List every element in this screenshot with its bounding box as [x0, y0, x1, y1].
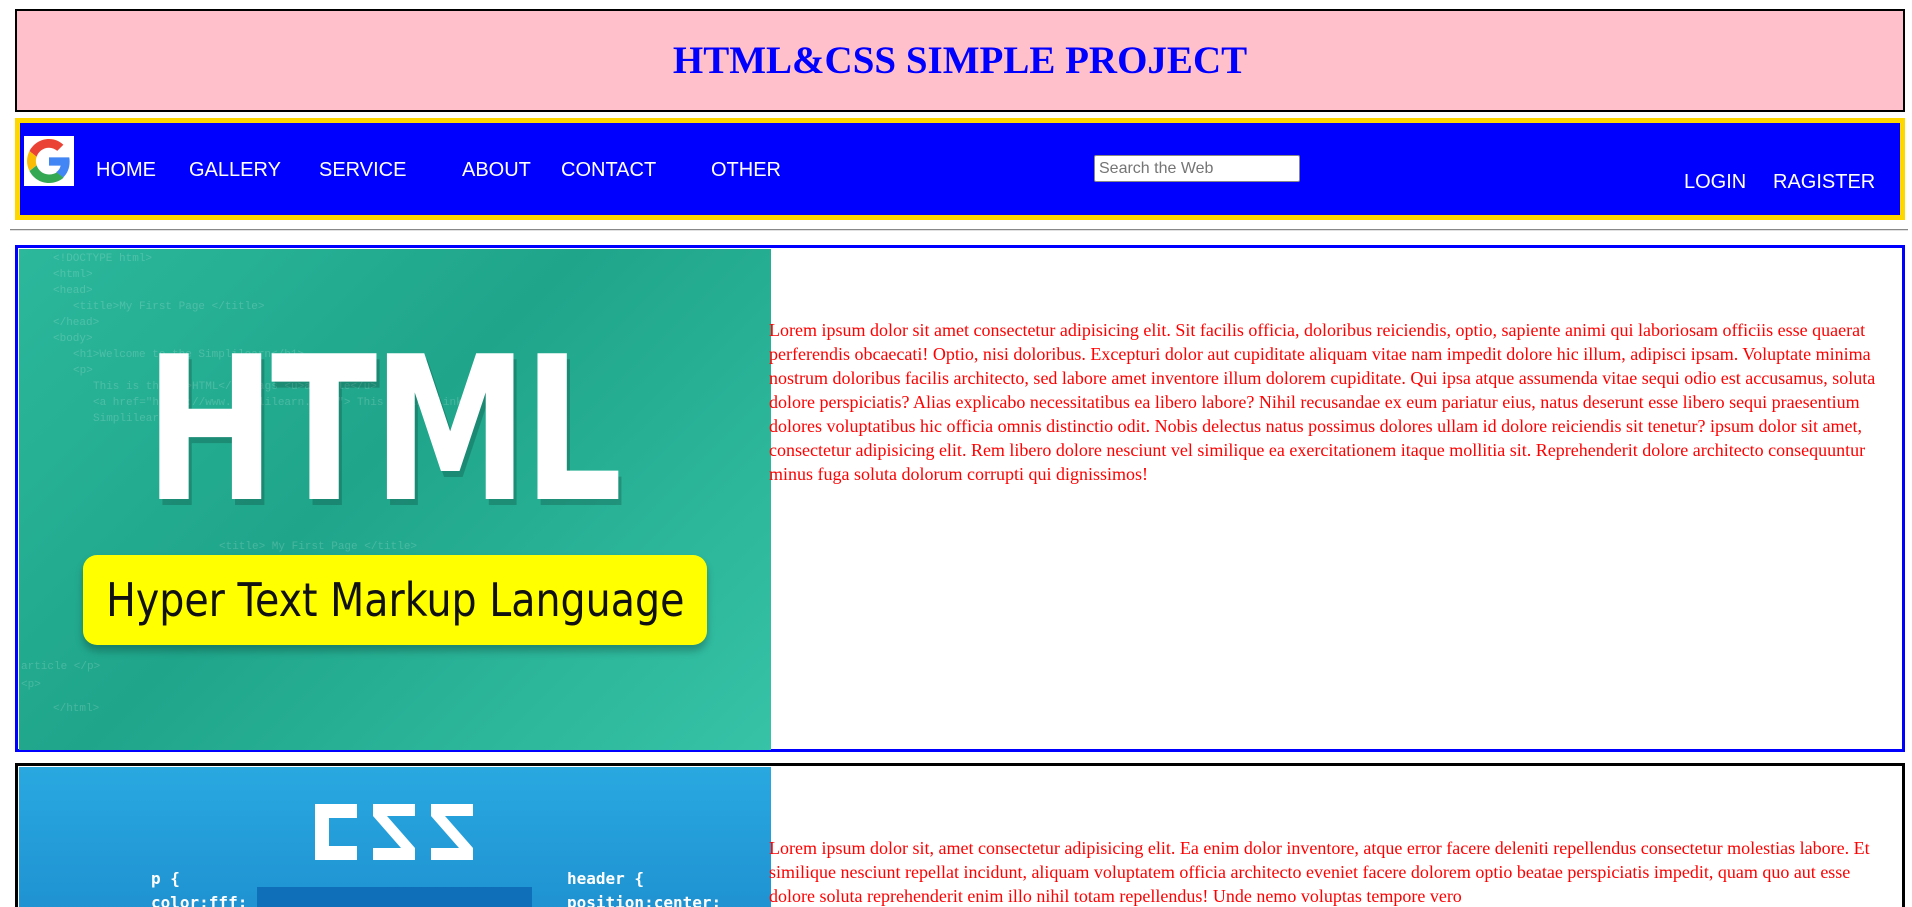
html-section-text: Lorem ipsum dolor sit amet consectetur a… [769, 320, 1876, 484]
nav-link-contact[interactable]: CONTACT [561, 159, 656, 182]
banner-code-line: <p> [21, 679, 41, 691]
nav-link-other[interactable]: OTHER [711, 159, 781, 182]
nav-link-gallery[interactable]: GALLERY [189, 159, 281, 182]
banner-code-line: <head> [53, 285, 93, 297]
banner-code-line: <!DOCTYPE html> [53, 253, 153, 265]
divider [10, 229, 1908, 231]
login-link[interactable]: LOGIN [1684, 171, 1746, 194]
css-shield-shape [257, 887, 532, 907]
nav-link-home[interactable]: HOME [96, 159, 156, 182]
html-banner-image: <!DOCTYPE html> <html> <head> <title>My Fir… [19, 249, 771, 750]
register-link[interactable]: RAGISTER [1773, 171, 1875, 194]
css-logo-icon [313, 802, 479, 862]
nav-link-about[interactable]: ABOUT [462, 159, 531, 182]
banner-code-line: </html> [53, 703, 100, 715]
page-header: HTML&CSS SIMPLE PROJECT [15, 9, 1905, 112]
page-title: HTML&CSS SIMPLE PROJECT [672, 39, 1248, 82]
nav-link-service[interactable]: SERVICE [319, 159, 406, 182]
css-code-left: p { color:fff; [151, 869, 248, 907]
html-banner-subtitle: Hyper Text Markup Language [105, 573, 685, 627]
html-section: <!DOCTYPE html> <html> <head> <title>My Fir… [15, 245, 1905, 752]
css-section-text: Lorem ipsum dolor sit, amet consectetur … [769, 838, 1870, 906]
google-logo-icon[interactable] [24, 136, 74, 186]
css-section: p { color:fff; header { position:center;… [15, 763, 1905, 907]
banner-code-line: article </p> [21, 661, 101, 673]
banner-code-line: <title>My First Page </title> [73, 301, 265, 313]
css-banner-image: p { color:fff; header { position:center; [19, 767, 771, 907]
banner-code-line: <html> [53, 269, 93, 281]
navbar: HOME GALLERY SERVICE ABOUT CONTACT OTHER… [15, 118, 1905, 220]
html-banner-title: HTML [145, 314, 623, 547]
search-input[interactable] [1094, 155, 1300, 182]
css-code-right: header { position:center; [567, 869, 722, 907]
banner-code-line: <body> [53, 333, 93, 345]
html-banner-subtitle-pill: Hyper Text Markup Language [83, 555, 707, 645]
banner-code-line: </head> [53, 317, 100, 329]
banner-code-line: <p> [73, 365, 93, 377]
